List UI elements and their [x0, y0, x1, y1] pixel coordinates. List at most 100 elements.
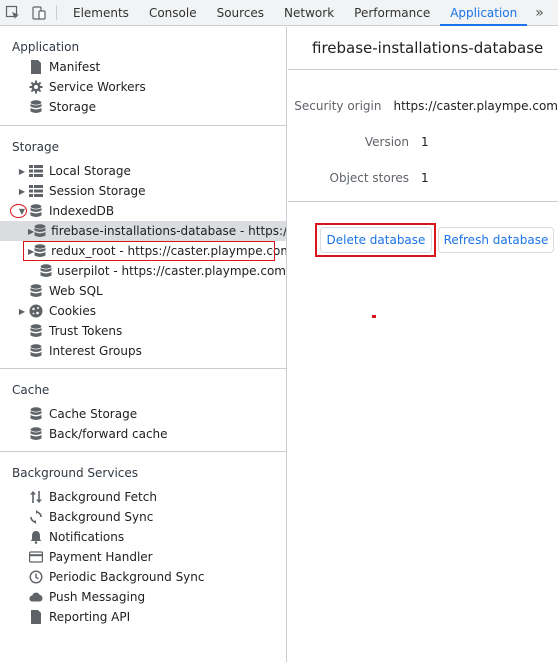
cookie-icon: [28, 303, 44, 319]
database-icon: [40, 263, 52, 279]
clock-icon: [28, 569, 44, 585]
sidebar-item-label: Payment Handler: [49, 550, 153, 564]
sidebar-item-push-messaging[interactable]: Push Messaging: [0, 587, 286, 607]
sidebar-item-label: Service Workers: [49, 80, 146, 94]
annotation-dot: [372, 315, 376, 318]
database-icon: [28, 343, 44, 359]
sidebar-item-background-fetch[interactable]: Background Fetch: [0, 487, 286, 507]
grid-icon: [28, 163, 44, 179]
version-row: Version 1: [288, 132, 558, 152]
redux-root-highlight: [23, 241, 275, 261]
sidebar-item-label: Local Storage: [49, 164, 131, 178]
sidebar-item-manifest[interactable]: Manifest: [0, 57, 286, 77]
version-label: Version: [364, 135, 409, 149]
grid-icon: [28, 183, 44, 199]
sidebar-item-notifications[interactable]: Notifications: [0, 527, 286, 547]
up-down-arrows-icon: [28, 489, 44, 505]
sidebar-item-periodic-background-sync[interactable]: Periodic Background Sync: [0, 567, 286, 587]
more-tabs-icon[interactable]: »: [527, 0, 552, 25]
sidebar-item-interest-groups[interactable]: Interest Groups: [0, 341, 286, 361]
sidebar-item-label: Web SQL: [49, 284, 103, 298]
section-cache: Cache Cache Storage Back/forward cache: [0, 369, 286, 452]
sidebar-item-reporting-api[interactable]: Reporting API: [0, 607, 286, 627]
sidebar-item-local-storage[interactable]: ▶ Local Storage: [0, 161, 286, 181]
database-details-panel: firebase-installations-database Security…: [288, 27, 558, 662]
gear-icon: [28, 79, 44, 95]
sidebar-item-web-sql[interactable]: Web SQL: [0, 281, 286, 301]
sidebar-item-label: Reporting API: [49, 610, 131, 624]
sidebar-item-label: Push Messaging: [49, 590, 146, 604]
document-icon: [28, 59, 44, 75]
tab-application[interactable]: Application: [440, 0, 528, 26]
inspect-element-icon[interactable]: [0, 0, 26, 26]
credit-card-icon: [28, 549, 44, 565]
sidebar-item-label: Background Fetch: [49, 490, 157, 504]
object-stores-value: 1: [421, 171, 429, 185]
sidebar-item-storage[interactable]: Storage: [0, 97, 286, 117]
security-origin-value: https://caster.plaympe.com: [393, 99, 558, 113]
indexeddb-arrow-highlight: [10, 204, 27, 218]
sidebar-item-service-workers[interactable]: Service Workers: [0, 77, 286, 97]
sidebar-item-label: Notifications: [49, 530, 125, 544]
expand-arrow-icon[interactable]: ▶: [16, 167, 28, 176]
database-title: firebase-installations-database: [288, 27, 558, 70]
device-toolbar-icon[interactable]: [26, 0, 52, 26]
section-title-cache: Cache: [12, 383, 50, 397]
sidebar-item-label: Manifest: [49, 60, 101, 74]
sidebar-item-label: Trust Tokens: [49, 324, 123, 338]
sidebar-item-label: Interest Groups: [49, 344, 142, 358]
sidebar-item-label: Session Storage: [49, 184, 146, 198]
expand-arrow-icon[interactable]: ▶: [16, 307, 28, 316]
sidebar-item-label: userpilot - https://caster.plaympe.com: [57, 264, 286, 278]
sidebar-item-back-forward-cache[interactable]: Back/forward cache: [0, 424, 286, 444]
sidebar-item-label: Periodic Background Sync: [49, 570, 205, 584]
delete-button-highlight: [315, 223, 436, 257]
section-application: Application Manifest Service Workers Sto…: [0, 27, 286, 126]
details-divider: [288, 201, 558, 202]
sidebar-item-session-storage[interactable]: ▶ Session Storage: [0, 181, 286, 201]
tab-network[interactable]: Network: [274, 0, 344, 25]
version-value: 1: [421, 135, 429, 149]
section-background-services: Background Services Background Fetch Bac…: [0, 452, 286, 633]
devtools-toolbar: Elements Console Sources Network Perform…: [0, 0, 558, 26]
section-title-background-services: Background Services: [12, 466, 139, 480]
sidebar-item-background-sync[interactable]: Background Sync: [0, 507, 286, 527]
tab-performance[interactable]: Performance: [344, 0, 440, 25]
sidebar-item-payment-handler[interactable]: Payment Handler: [0, 547, 286, 567]
sidebar-item-label: Cache Storage: [49, 407, 138, 421]
sidebar-item-label: Back/forward cache: [49, 427, 168, 441]
sidebar-item-label: Storage: [49, 100, 96, 114]
section-title-storage: Storage: [12, 140, 59, 154]
document-icon: [28, 609, 44, 625]
sidebar-item-label: IndexedDB: [49, 204, 115, 218]
object-stores-label: Object stores: [329, 171, 410, 185]
sidebar-item-label: firebase-installations-database - https:…: [51, 224, 287, 238]
toolbar-divider: [56, 5, 57, 20]
tab-console[interactable]: Console: [139, 0, 207, 25]
refresh-database-button[interactable]: Refresh database: [438, 227, 554, 253]
tab-elements[interactable]: Elements: [63, 0, 139, 25]
security-origin-label: Security origin: [294, 99, 382, 113]
database-icon: [28, 406, 44, 422]
database-icon: [28, 99, 44, 115]
database-icon: [28, 283, 44, 299]
sync-icon: [28, 509, 44, 525]
sidebar-item-db-userpilot[interactable]: userpilot - https://caster.plaympe.com: [0, 261, 286, 281]
bell-icon: [28, 529, 44, 545]
sidebar-item-indexeddb[interactable]: ▼ IndexedDB: [0, 201, 286, 221]
expand-arrow-icon[interactable]: ▶: [16, 187, 28, 196]
application-sidebar: Application Manifest Service Workers Sto…: [0, 27, 287, 662]
sidebar-item-cache-storage[interactable]: Cache Storage: [0, 404, 286, 424]
sidebar-item-cookies[interactable]: ▶ Cookies: [0, 301, 286, 321]
sidebar-item-label: Background Sync: [49, 510, 154, 524]
sidebar-item-trust-tokens[interactable]: Trust Tokens: [0, 321, 286, 341]
cloud-icon: [28, 589, 44, 605]
database-icon: [34, 223, 46, 239]
database-icon: [28, 426, 44, 442]
tab-sources[interactable]: Sources: [207, 0, 274, 25]
object-stores-row: Object stores 1: [288, 168, 558, 188]
sidebar-item-db-firebase[interactable]: ▶ firebase-installations-database - http…: [0, 221, 286, 241]
sidebar-item-label: Cookies: [49, 304, 96, 318]
section-title-application: Application: [12, 40, 80, 54]
database-icon: [28, 203, 44, 219]
